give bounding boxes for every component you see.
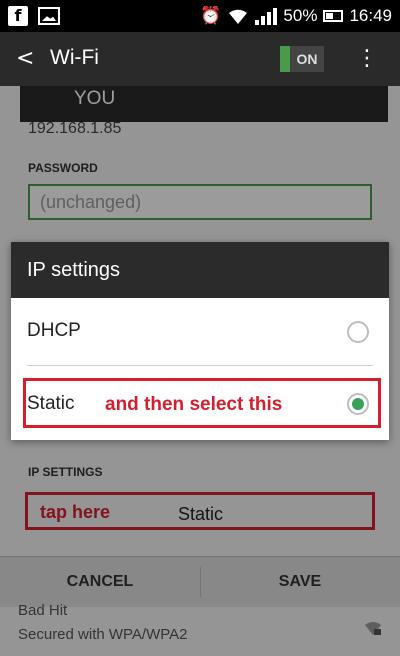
dialog-title-bar: IP settings <box>11 242 389 298</box>
overflow-menu-icon[interactable]: ⋮ <box>356 46 378 71</box>
ip-settings-dialog: IP settings DHCP Static and then select … <box>11 242 389 440</box>
back-arrow-icon[interactable]: < <box>16 46 34 71</box>
option-divider <box>27 365 373 366</box>
page-title: Wi-Fi <box>50 46 99 69</box>
alarm-icon: ⏰ <box>200 6 222 26</box>
facebook-icon: f <box>8 6 28 26</box>
dialog-title: IP settings <box>27 259 121 281</box>
battery-percent: 50% <box>283 6 318 25</box>
radio-dhcp-icon[interactable] <box>347 321 369 343</box>
image-icon <box>38 7 60 25</box>
action-bar: < Wi-Fi ON ⋮ <box>0 32 400 86</box>
select-this-annotation: and then select this <box>105 394 283 415</box>
option-dhcp[interactable]: DHCP <box>11 302 389 362</box>
option-dhcp-label: DHCP <box>27 320 81 341</box>
battery-icon <box>323 10 344 22</box>
status-bar: f ⏰ 50% 16:49 <box>0 0 400 32</box>
signal-icon <box>255 7 278 25</box>
clock: 16:49 <box>349 6 392 25</box>
wifi-icon <box>229 9 248 24</box>
wifi-toggle[interactable]: ON <box>280 46 324 72</box>
